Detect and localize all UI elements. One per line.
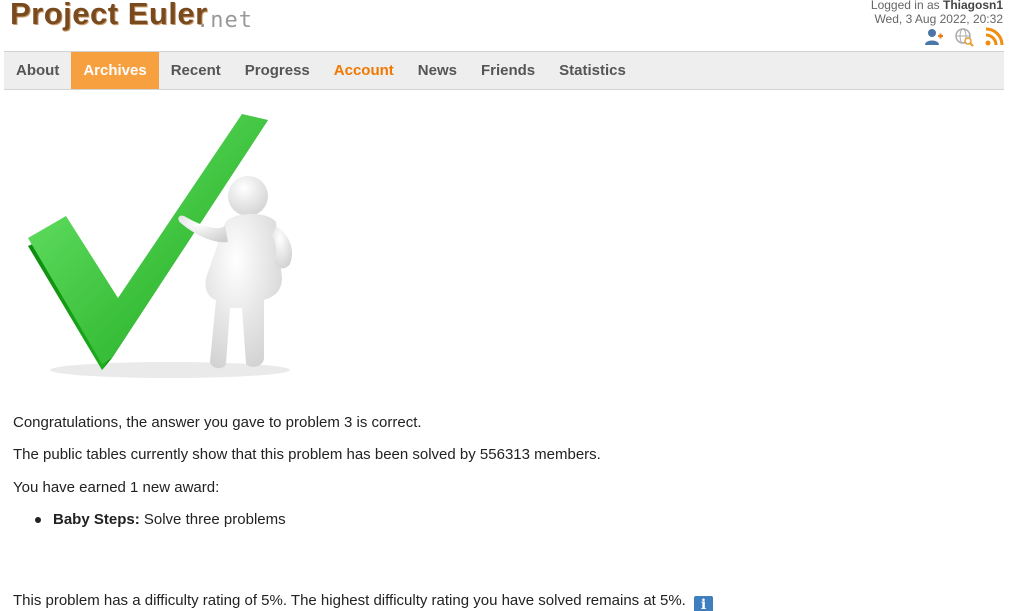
nav-news[interactable]: News: [406, 52, 469, 89]
info-icon[interactable]: i: [694, 596, 714, 611]
main-nav: About Archives Recent Progress Account N…: [4, 51, 1004, 90]
correct-answer-checkmark-illustration: [28, 114, 293, 378]
difficulty-message: This problem has a difficulty rating of …: [13, 591, 714, 611]
globe-search-icon[interactable]: [954, 27, 974, 47]
award-name: Baby Steps:: [53, 511, 140, 528]
add-friend-icon[interactable]: [924, 27, 944, 47]
solved-by-message: The public tables currently show that th…: [13, 446, 601, 463]
logo-suffix-text: .net: [196, 8, 253, 33]
site-logo[interactable]: Project Euler .net: [10, 0, 260, 40]
difficulty-text: This problem has a difficulty rating of …: [13, 592, 686, 609]
logged-in-prefix: Logged in as: [870, 0, 940, 12]
nav-friends[interactable]: Friends: [469, 52, 547, 89]
bullet-icon: [35, 517, 41, 524]
nav-statistics[interactable]: Statistics: [547, 52, 638, 89]
header-icons: [924, 27, 1004, 47]
username-link[interactable]: Thiagosn1: [943, 0, 1003, 12]
logo-main-text: Project Euler: [10, 0, 208, 31]
current-datetime: Wed, 3 Aug 2022, 20:32: [874, 12, 1003, 26]
award-item: Baby Steps: Solve three problems: [35, 510, 286, 530]
award-intro: You have earned 1 new award:: [13, 479, 220, 496]
nav-recent[interactable]: Recent: [159, 52, 233, 89]
nav-archives[interactable]: Archives: [71, 52, 159, 89]
congrats-message: Congratulations, the answer you gave to …: [13, 414, 422, 431]
nav-progress[interactable]: Progress: [233, 52, 322, 89]
award-description: Solve three problems: [143, 511, 286, 528]
user-info: Logged in as Thiagosn1 Wed, 3 Aug 2022, …: [871, 0, 1003, 26]
nav-about[interactable]: About: [4, 52, 71, 89]
rss-icon[interactable]: [984, 27, 1004, 47]
nav-account[interactable]: Account: [322, 52, 406, 89]
